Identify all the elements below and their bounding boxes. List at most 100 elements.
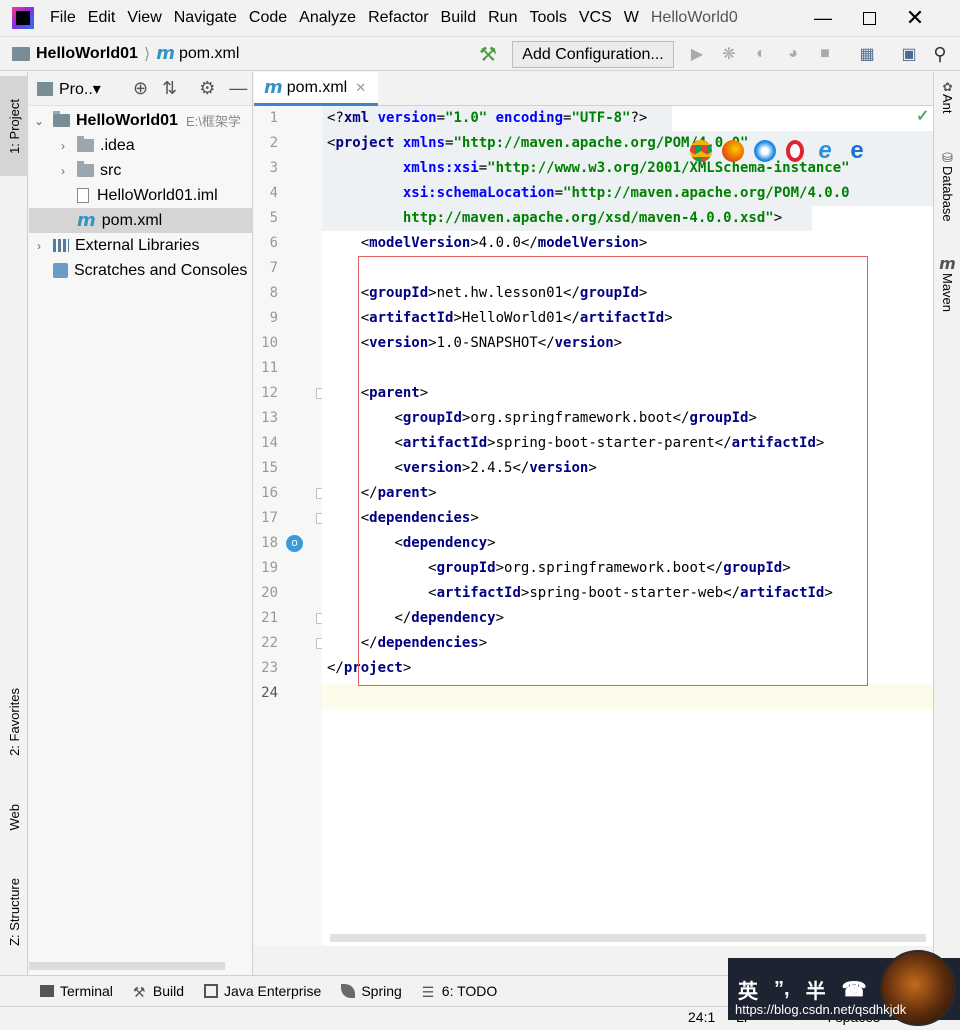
iml-file-icon — [77, 188, 89, 203]
panel-horizontal-scrollbar[interactable] — [29, 962, 225, 970]
line-number: 17 — [261, 510, 278, 526]
code-token: </ — [520, 235, 538, 251]
close-tab-icon[interactable]: ✕ — [355, 80, 366, 96]
menu-w[interactable]: W — [618, 0, 645, 36]
terminal-tool-tab[interactable]: Terminal — [40, 983, 113, 999]
window-title: HelloWorld0 — [650, 9, 738, 26]
override-gutter-icon[interactable]: o — [286, 535, 303, 552]
chrome-icon[interactable] — [690, 140, 712, 162]
line-number: 22 — [261, 635, 278, 651]
breadcrumb-file[interactable]: pom.xml — [179, 45, 239, 63]
firefox-icon[interactable] — [722, 140, 744, 162]
project-view-selector[interactable]: Pro..▾ — [59, 79, 119, 99]
menu-run[interactable]: Run — [482, 0, 523, 36]
database-icon: ⛁ — [942, 150, 953, 165]
tree-item[interactable]: ⌄ HelloWorld01 E:\框架学 — [29, 108, 253, 133]
menu-vcs[interactable]: VCS — [573, 0, 618, 36]
web-tool-tab[interactable]: Web — [0, 782, 28, 852]
ime-width-toggle[interactable]: 半 — [806, 975, 826, 1004]
hide-panel-icon[interactable]: — — [229, 78, 247, 99]
build-tool-tab[interactable]: ⚒ Build — [132, 983, 184, 1000]
tree-item[interactable]: HelloWorld01.iml — [29, 183, 253, 208]
line-number: 14 — [261, 435, 278, 451]
line-number: 5 — [269, 210, 278, 226]
profile-icon[interactable]: ◕ — [783, 44, 803, 64]
code-token: > — [773, 210, 783, 226]
line-number: 3 — [269, 160, 278, 176]
ime-tools-icon[interactable]: ☎ — [842, 977, 867, 1002]
tree-item-label: src — [100, 161, 122, 179]
opera-icon[interactable] — [786, 140, 804, 162]
todo-tool-tab[interactable]: ☰ 6: TODO — [422, 983, 498, 1000]
menu-edit[interactable]: Edit — [82, 0, 122, 36]
project-structure-icon[interactable]: ▦ — [857, 44, 877, 64]
toolbox-icon[interactable]: ▣ — [899, 44, 919, 64]
editor-horizontal-scrollbar[interactable] — [330, 934, 926, 942]
tree-item[interactable]: m pom.xml — [29, 208, 253, 233]
java-enterprise-tool-tab[interactable]: Java Enterprise — [204, 983, 321, 999]
ie-icon[interactable]: e — [814, 137, 836, 164]
menu-code[interactable]: Code — [243, 0, 293, 36]
code-token: xml — [343, 110, 378, 126]
line-number: 24 — [261, 685, 278, 701]
collapse-all-icon[interactable]: ⇅ — [162, 78, 177, 99]
debug-icon[interactable]: ❋ — [719, 44, 739, 64]
code-line: <project xmlns="http://maven.apache.org/… — [327, 131, 748, 156]
add-configuration-button[interactable]: Add Configuration... — [512, 41, 674, 68]
code-line: http://maven.apache.org/xsd/maven-4.0.0.… — [327, 206, 782, 231]
caret-position[interactable]: 24:1 — [688, 1009, 715, 1025]
structure-tool-tab[interactable]: Z: Structure — [0, 862, 28, 962]
menu-file[interactable]: File — [44, 0, 82, 36]
favorites-tool-tab[interactable]: 2: Favorites — [0, 672, 28, 772]
expanded-arrow-icon[interactable]: ⌄ — [33, 114, 45, 128]
maximize-button[interactable] — [846, 0, 892, 36]
settings-gear-icon[interactable]: ⚙ — [199, 78, 215, 99]
minimize-button[interactable]: — — [800, 0, 846, 36]
spring-tool-tab[interactable]: Spring — [341, 983, 402, 999]
search-icon[interactable]: ⚲ — [930, 44, 950, 64]
menu-navigate[interactable]: Navigate — [168, 0, 243, 36]
collapsed-arrow-icon[interactable]: › — [57, 139, 69, 153]
tree-item[interactable]: › External Libraries — [29, 233, 253, 258]
run-icon[interactable]: ▶ — [687, 44, 707, 64]
terminal-icon — [40, 985, 54, 997]
ant-tool-tab[interactable]: ✿ Ant — [934, 80, 960, 114]
coverage-icon[interactable]: ◐ — [751, 44, 771, 64]
maven-tool-tab[interactable]: m Maven — [934, 254, 960, 312]
database-tool-tab[interactable]: ⛁ Database — [934, 150, 960, 222]
line-number: 9 — [269, 310, 278, 326]
breadcrumb-project[interactable]: HelloWorld01 — [36, 45, 138, 63]
menu-view[interactable]: View — [121, 0, 167, 36]
collapsed-arrow-icon[interactable]: › — [33, 239, 45, 253]
menu-build[interactable]: Build — [435, 0, 483, 36]
stop-icon[interactable]: ■ — [815, 44, 835, 64]
collapsed-arrow-icon[interactable]: › — [57, 164, 69, 178]
menu-tools[interactable]: Tools — [523, 0, 572, 36]
safari-icon[interactable] — [754, 140, 776, 162]
tab-pom-xml[interactable]: m pom.xml ✕ — [254, 72, 378, 106]
close-window-button[interactable]: ✕ — [892, 0, 938, 36]
tree-item-path: E:\框架学 — [185, 114, 241, 129]
csdn-watermark: https://blog.csdn.net/qsdhkjdk — [735, 1002, 907, 1017]
menu-analyze[interactable]: Analyze — [293, 0, 362, 36]
tree-item[interactable]: Scratches and Consoles — [29, 258, 253, 283]
ime-punctuation-toggle[interactable]: ”, — [774, 978, 790, 1001]
locate-file-icon[interactable]: ⊕ — [133, 78, 148, 99]
tree-item-label: HelloWorld01.iml — [97, 186, 218, 204]
project-tool-tab[interactable]: 1: Project — [0, 76, 28, 176]
tree-item[interactable]: › src — [29, 158, 253, 183]
tree-item[interactable]: › .idea — [29, 133, 253, 158]
maven-icon: m — [939, 254, 956, 273]
build-hammer-icon: ⚒ — [132, 984, 146, 1000]
code-token: modelVersion — [537, 235, 639, 251]
ime-language-toggle[interactable]: 英 — [738, 975, 758, 1004]
code-token: > — [470, 235, 479, 251]
navigation-bar: HelloWorld01 ⟩ m pom.xml ⚒ Add Configura… — [0, 36, 960, 71]
build-hammer-icon[interactable]: ⚒ — [478, 44, 498, 66]
menu-refactor[interactable]: Refactor — [362, 0, 434, 36]
edge-icon[interactable]: e — [846, 137, 868, 164]
code-token: = — [436, 110, 446, 126]
line-number: 12 — [261, 385, 278, 401]
project-panel-header: Pro..▾ ⊕ ⇅ ⚙ — — [29, 72, 252, 106]
